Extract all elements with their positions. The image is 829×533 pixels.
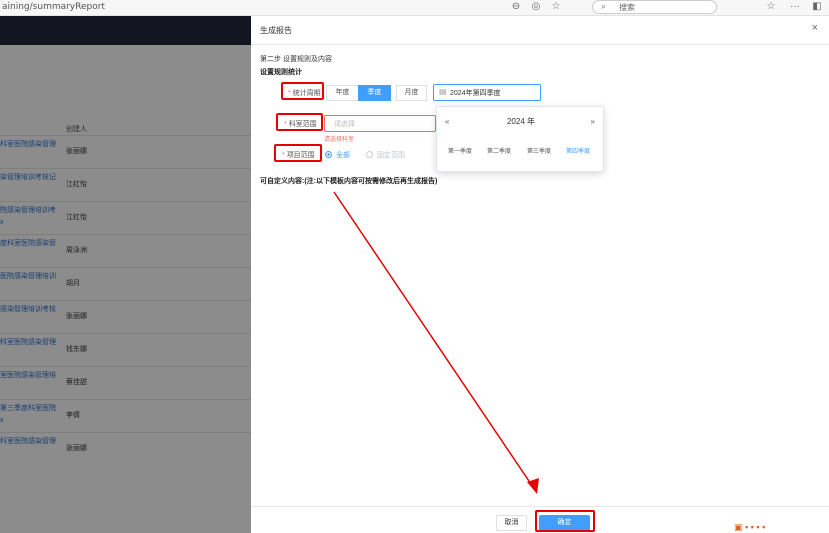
next-year-icon[interactable]: » xyxy=(591,117,595,126)
annotation-box-period xyxy=(281,82,324,100)
close-icon[interactable]: × xyxy=(812,22,818,34)
picker-year: 2024 年 xyxy=(506,117,536,126)
search-placeholder: 搜索 xyxy=(619,3,635,12)
address-bar[interactable]: aining/summaryReport xyxy=(2,2,105,12)
more-icon[interactable]: ··· xyxy=(789,1,801,13)
radio-checked-icon xyxy=(325,151,332,158)
calendar-icon: ▤ xyxy=(439,87,447,96)
tracking-icon[interactable]: ◎ xyxy=(530,1,542,13)
sidebar-icon[interactable]: ◧ xyxy=(811,1,823,13)
drawer-header: 生成报告 × xyxy=(251,16,829,45)
quarter-picker-popup: « 2024 年 » 第一季度 第二季度 第三季度 第四季度 xyxy=(436,106,604,172)
cancel-button[interactable]: 取消 xyxy=(496,515,527,531)
department-error: 请选择科室 xyxy=(324,137,355,143)
annotation-box-project xyxy=(274,144,322,162)
annotation-box-confirm xyxy=(535,510,595,532)
quarter-option-1[interactable]: 第一季度 xyxy=(448,146,472,155)
generate-report-drawer: 生成报告 × 第二步 设置规则及内容 设置规则统计 * 统计周期 年度 季度 月… xyxy=(251,16,829,533)
bookmark-star-icon[interactable]: ☆ xyxy=(550,1,562,13)
period-option-quarter[interactable]: 季度 xyxy=(358,85,391,101)
project-option-fixed[interactable]: 固定范围 xyxy=(366,150,405,160)
department-select[interactable]: 请选择 xyxy=(324,115,436,132)
browser-toolbar: aining/summaryReport ⊖ ◎ ☆ ⌕ 搜索 ☆ ··· ◧ xyxy=(0,0,829,16)
step-heading: 第二步 设置规则及内容 xyxy=(260,56,332,63)
annotation-box-department xyxy=(276,113,323,131)
radio-unchecked-icon xyxy=(366,151,373,158)
search-icon: ⌕ xyxy=(601,1,607,11)
quarter-option-2[interactable]: 第二季度 xyxy=(487,146,511,155)
modal-overlay[interactable] xyxy=(0,16,251,533)
zoom-icon[interactable]: ⊖ xyxy=(510,1,522,13)
department-placeholder: 请选择 xyxy=(334,121,355,128)
quarter-value: 2024年第四季度 xyxy=(450,90,501,97)
favorites-icon[interactable]: ☆ xyxy=(765,1,777,13)
quarter-option-4[interactable]: 第四季度 xyxy=(566,146,590,155)
rules-heading: 设置规则统计 xyxy=(260,69,302,76)
custom-content-heading: 可自定义内容:(注:以下模板内容可按需修改后再生成报告) xyxy=(260,178,438,185)
browser-search-box[interactable]: ⌕ 搜索 xyxy=(592,0,717,14)
watermark-logo: ▣ ▪ ▪ ▪ ▪ xyxy=(734,522,766,532)
quarter-option-3[interactable]: 第三季度 xyxy=(527,146,551,155)
period-option-year[interactable]: 年度 xyxy=(326,85,359,101)
quarter-picker-input[interactable]: ▤ 2024年第四季度 xyxy=(433,84,541,101)
drawer-title: 生成报告 xyxy=(260,26,292,35)
project-option-all[interactable]: 全部 xyxy=(325,150,350,160)
period-option-month[interactable]: 月度 xyxy=(396,85,427,101)
